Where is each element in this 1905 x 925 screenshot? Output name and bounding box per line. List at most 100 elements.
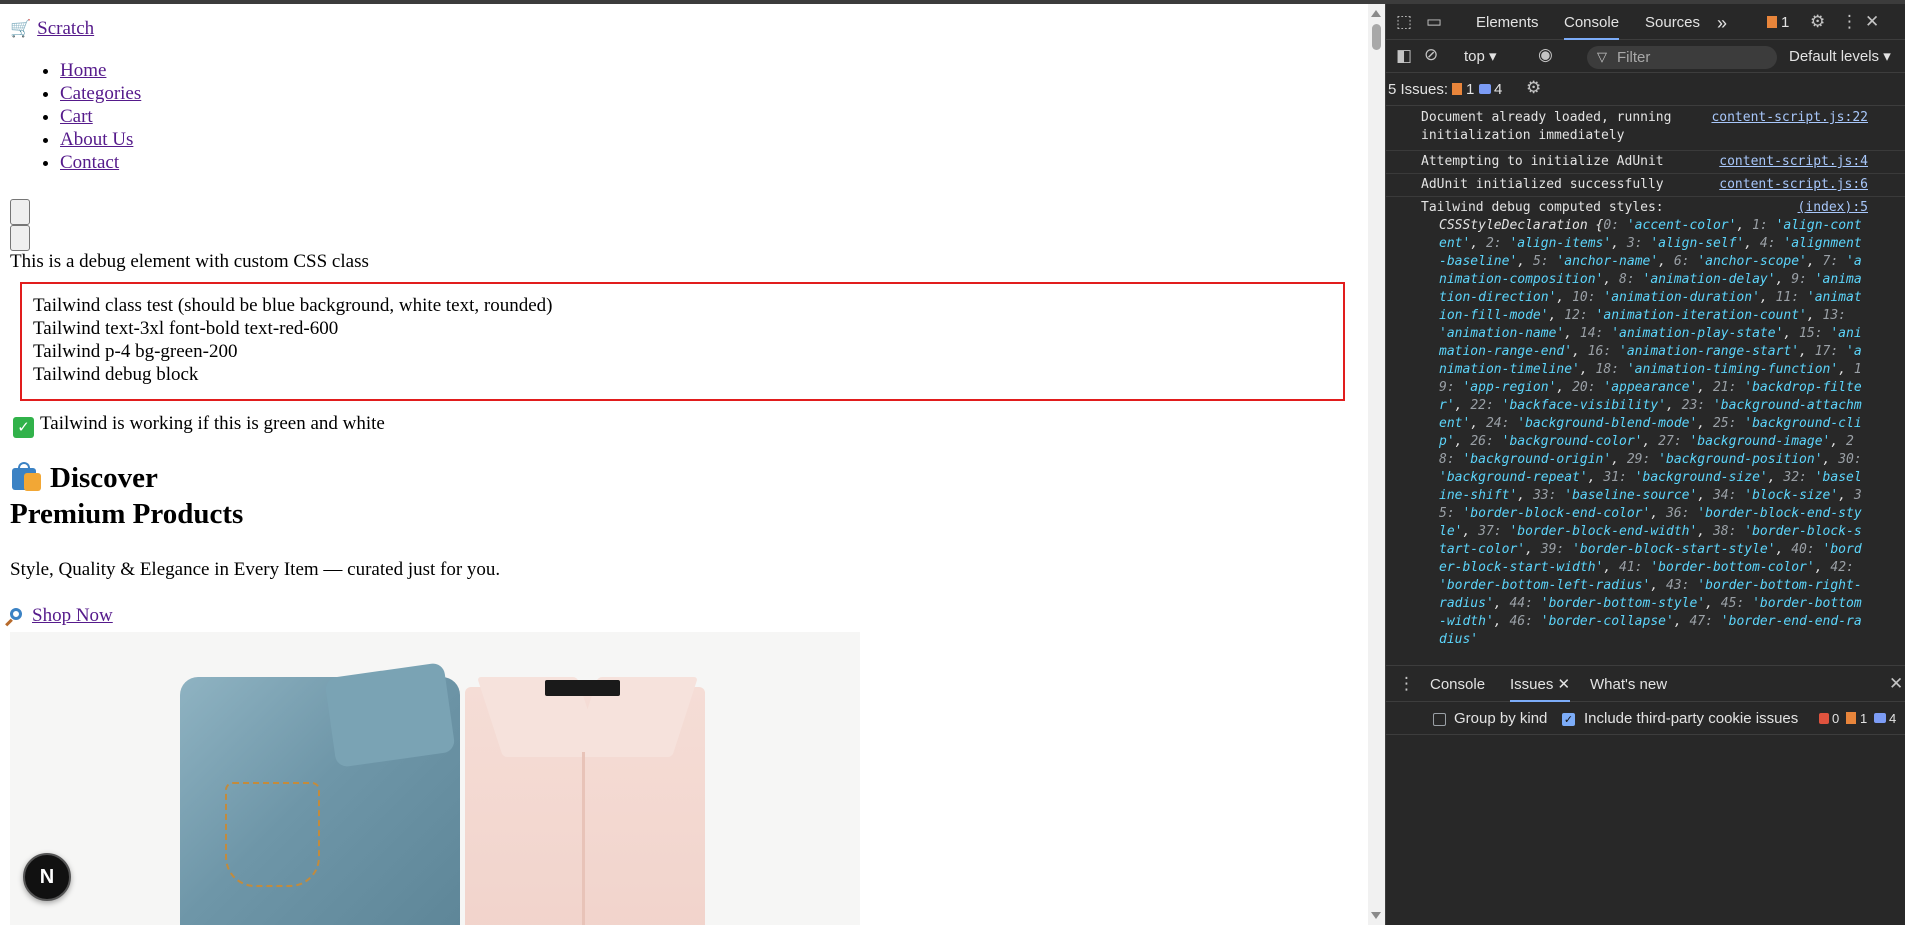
filter-icon: ▽ — [1597, 50, 1607, 65]
brand-link[interactable]: 🛒 Scratch — [10, 18, 94, 39]
third-party-label[interactable]: Include third-party cookie issues — [1584, 700, 1798, 736]
console-message: Document already loaded, running initial… — [1386, 107, 1905, 151]
close-drawer-icon[interactable]: ✕ — [1889, 674, 1903, 694]
css-prop-index: 17: — [1814, 344, 1847, 359]
live-expression-eye-icon[interactable]: ◉ — [1538, 45, 1553, 65]
close-tab-icon[interactable]: ✕ — [1558, 676, 1571, 693]
css-prop-index: 26: — [1470, 434, 1502, 449]
drawer-tab-bar: ⋮ Console Issues ✕ What's new ✕ — [1386, 666, 1905, 702]
css-prop-value: 'animation-range-start' — [1619, 344, 1800, 359]
hero-title-line-1: Discover — [10, 462, 158, 495]
css-prop-value: 'animation-iteration-count' — [1595, 308, 1807, 323]
css-prop-value: 'baseline-source' — [1564, 488, 1698, 503]
css-prop-index: 22: — [1470, 398, 1502, 413]
empty-button-1[interactable] — [10, 199, 30, 225]
check-icon: ✓ — [13, 417, 34, 438]
scroll-up-arrow-icon[interactable] — [1371, 10, 1381, 17]
css-prop-value: 'background-size' — [1634, 470, 1768, 485]
console-source-link[interactable]: content-script.js:22 — [1711, 109, 1868, 127]
console-source-link[interactable]: (index):5 — [1798, 199, 1868, 217]
css-prop-value: 'background-blend-mode' — [1517, 416, 1698, 431]
tailwind-debug-box: Tailwind class test (should be blue back… — [20, 282, 1345, 401]
group-by-kind-checkbox[interactable] — [1433, 713, 1446, 726]
css-prop-value: 'appearance' — [1603, 380, 1698, 395]
drawer-error-count: 0 — [1832, 711, 1840, 726]
brand-label: Scratch — [37, 18, 95, 39]
nav-link-categories[interactable]: Categories — [60, 83, 141, 104]
css-prop-index: 14: — [1579, 326, 1612, 341]
devtools-tab-bar: ⬚ ▭ Elements Console Sources » 1 ⚙ ⋮ ✕ — [1386, 4, 1905, 40]
third-party-checkbox[interactable]: ✓ — [1562, 713, 1575, 726]
issues-info-count: 4 — [1494, 81, 1503, 98]
shopping-bag-icon — [10, 462, 42, 492]
clear-console-icon[interactable]: ⊘ — [1424, 45, 1438, 65]
css-prop-index: 9: — [1791, 272, 1815, 287]
drawer-menu-icon[interactable]: ⋮ — [1398, 674, 1415, 694]
issues-info-badge[interactable]: 4 — [1479, 71, 1502, 107]
console-message: Attempting to initialize AdUnit content-… — [1386, 151, 1905, 174]
drawer-tab-issues[interactable]: Issues ✕ — [1510, 666, 1571, 702]
css-prop-value: 'animation-timing-function' — [1626, 362, 1839, 377]
nav-link-home[interactable]: Home — [60, 60, 106, 81]
sidebar-toggle-icon[interactable]: ◧ — [1396, 46, 1412, 66]
issues-warning-badge[interactable]: 1 — [1452, 71, 1474, 107]
shop-now-link[interactable]: Shop Now — [10, 605, 113, 626]
page-scrollbar[interactable] — [1368, 4, 1385, 925]
warning-icon — [1846, 712, 1856, 724]
close-devtools-icon[interactable]: ✕ — [1865, 12, 1879, 32]
drawer-warning-count: 1 — [1860, 711, 1868, 726]
log-levels-dropdown[interactable]: Default levels ▾ — [1789, 38, 1891, 74]
device-toolbar-icon[interactable]: ▭ — [1426, 12, 1442, 32]
page-viewport: 🛒Scratch Home Categories Cart About Us C… — [0, 4, 1368, 925]
issues-label[interactable]: 5 Issues: — [1388, 71, 1448, 107]
brand: 🛒 Scratch — [10, 18, 94, 40]
group-by-kind-label[interactable]: Group by kind — [1454, 700, 1547, 736]
nav-item-cart: Cart — [60, 105, 141, 128]
magnifier-icon — [10, 608, 22, 620]
console-source-link[interactable]: content-script.js:6 — [1719, 176, 1868, 194]
more-options-icon[interactable]: ⋮ — [1841, 12, 1858, 32]
css-prop-index: 25: — [1712, 416, 1745, 431]
console-filter-input[interactable]: ▽ Filter — [1587, 46, 1777, 69]
css-prop-index: 36: — [1665, 506, 1698, 521]
tab-console[interactable]: Console — [1564, 4, 1620, 40]
css-prop-value: 'animation-delay' — [1642, 272, 1776, 287]
nav-item-about: About Us — [60, 128, 141, 151]
css-prop-value: 'anchor-name' — [1556, 254, 1659, 269]
css-decl-prefix: CSSStyleDeclaration { — [1439, 218, 1604, 233]
scroll-down-arrow-icon[interactable] — [1371, 912, 1381, 919]
drawer-tab-whats-new[interactable]: What's new — [1590, 666, 1667, 702]
css-prop-index: 40: — [1791, 542, 1823, 557]
css-style-declaration-object[interactable]: CSSStyleDeclaration {0: 'accent-color', … — [1421, 217, 1868, 649]
tab-elements[interactable]: Elements — [1476, 4, 1539, 40]
css-prop-index: 41: — [1619, 560, 1651, 575]
nav-link-contact[interactable]: Contact — [60, 152, 119, 173]
context-selector[interactable]: top ▾ — [1464, 38, 1497, 74]
nav-link-cart[interactable]: Cart — [60, 106, 93, 127]
shirt-placket — [582, 752, 585, 925]
css-prop-index: 38: — [1712, 524, 1745, 539]
scrollbar-thumb[interactable] — [1372, 24, 1381, 50]
more-tabs-icon[interactable]: » — [1717, 4, 1727, 40]
drawer-tab-issues-label: Issues — [1510, 676, 1554, 693]
css-prop-index: 15: — [1799, 326, 1831, 341]
issues-options-row: Group by kind ✓ Include third-party cook… — [1386, 703, 1905, 735]
nextjs-dev-badge[interactable]: N — [23, 853, 71, 901]
css-prop-index: 27: — [1658, 434, 1690, 449]
inspect-element-icon[interactable]: ⬚ — [1396, 12, 1412, 32]
css-prop-index: 4: — [1759, 236, 1784, 251]
tab-sources[interactable]: Sources — [1645, 4, 1700, 40]
tailwind-working-note: ✓ Tailwind is working if this is green an… — [13, 413, 385, 438]
issues-settings-icon[interactable]: ⚙ — [1526, 78, 1541, 98]
empty-button-2[interactable] — [10, 225, 30, 251]
drawer-info-badge[interactable]: 4 — [1874, 700, 1896, 736]
drawer-tab-console[interactable]: Console — [1430, 666, 1485, 702]
settings-gear-icon[interactable]: ⚙ — [1810, 12, 1825, 32]
drawer-warning-badge[interactable]: 1 — [1846, 700, 1867, 736]
shop-now: Shop Now — [10, 605, 113, 627]
css-prop-value: 'app-region' — [1462, 380, 1557, 395]
drawer-error-badge[interactable]: 0 — [1819, 700, 1839, 736]
nav-link-about[interactable]: About Us — [60, 129, 133, 150]
warnings-badge[interactable]: 1 — [1767, 4, 1789, 40]
console-source-link[interactable]: content-script.js:4 — [1719, 153, 1868, 171]
